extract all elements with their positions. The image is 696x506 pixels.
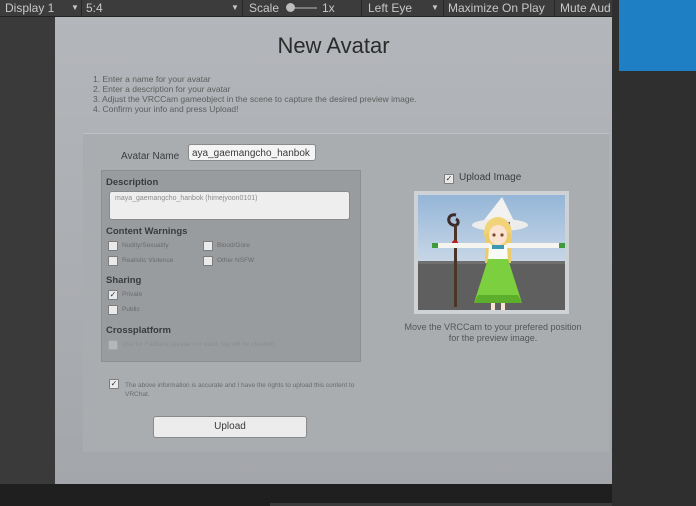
chevron-down-icon: ▼ <box>431 3 439 12</box>
nsfw-checkbox[interactable] <box>203 256 213 266</box>
avatar-form: Avatar Name aya_gaemangcho_hanbok Descri… <box>83 133 609 452</box>
scale-slider-thumb[interactable] <box>286 3 295 12</box>
scale-label: Scale <box>249 1 280 15</box>
mute-audio-toggle[interactable]: Mute Aud <box>560 0 615 16</box>
preview-note: Move the VRCCam to your prefered positio… <box>404 322 582 343</box>
eye-dropdown[interactable]: Left Eye <box>368 0 412 16</box>
private-label: Private <box>122 291 143 298</box>
preview-image-frame <box>414 191 569 314</box>
nsfw-label: Other NSFW <box>217 257 255 264</box>
divider <box>554 0 555 16</box>
scene-preview-thumbnail <box>619 0 696 71</box>
instruction-step: 3. Adjust the VRCCam gameobject in the s… <box>93 94 417 104</box>
scale-value: 1x <box>322 1 335 15</box>
instructions: 1. Enter a name for your avatar 2. Enter… <box>93 74 417 114</box>
divider <box>443 0 444 16</box>
game-view-toolbar: Display 1 ▼ 5:4 ▼ Scale 1x Left Eye ▼ Ma… <box>0 0 615 17</box>
divider <box>81 0 82 16</box>
violence-label: Realistic Violence <box>122 257 174 264</box>
avatar-preview-image <box>418 195 565 310</box>
avatar-name-label: Avatar Name <box>121 151 180 162</box>
divider <box>361 0 362 16</box>
blood-checkbox[interactable] <box>203 241 213 251</box>
violence-checkbox[interactable] <box>108 256 118 266</box>
editor-bottom-bar <box>0 484 612 506</box>
avatar-name-input[interactable]: aya_gaemangcho_hanbok <box>188 144 316 161</box>
nudity-label: Nudity/Sexuality <box>122 242 169 249</box>
maximize-on-play-toggle[interactable]: Maximize On Play <box>448 0 545 16</box>
sharing-label: Sharing <box>106 275 142 286</box>
public-checkbox[interactable] <box>108 305 118 315</box>
chevron-down-icon: ▼ <box>231 3 239 12</box>
details-section: Description maya_gaemangcho_hanbok (hime… <box>101 170 361 362</box>
aspect-dropdown[interactable]: 5:4 <box>86 0 103 16</box>
description-label: Description <box>106 177 159 188</box>
upload-image-label: Upload Image <box>459 172 522 183</box>
chevron-down-icon: ▼ <box>71 3 79 12</box>
blood-label: Blood/Gore <box>217 242 250 249</box>
page-title: New Avatar <box>277 33 390 58</box>
public-label: Public <box>122 306 140 313</box>
agree-text: The above information is accurate and I … <box>125 382 355 398</box>
crossplatform-label: Crossplatform <box>106 325 171 336</box>
divider <box>242 0 243 16</box>
instruction-step: 2. Enter a description for your avatar <box>93 84 231 94</box>
upload-image-checkbox[interactable]: ✓ <box>444 174 454 184</box>
nudity-checkbox[interactable] <box>108 241 118 251</box>
instruction-step: 4. Confirm your info and press Upload! <box>93 104 239 114</box>
editor-left-panel <box>0 17 55 484</box>
content-warnings-label: Content Warnings <box>106 226 188 237</box>
instruction-step: 1. Enter a name for your avatar <box>93 74 211 84</box>
editor-right-panel <box>612 0 696 506</box>
game-viewport: New Avatar 1. Enter a name for your avat… <box>55 17 612 484</box>
fallback-checkbox[interactable] <box>108 340 118 350</box>
private-checkbox[interactable]: ✓ <box>108 290 118 300</box>
fallback-label: Use for Fallback (avatar not valid, tag … <box>122 341 275 348</box>
description-input[interactable]: maya_gaemangcho_hanbok (himejyoon0101) <box>109 191 350 220</box>
agree-checkbox[interactable]: ✓ <box>109 379 119 389</box>
display-dropdown[interactable]: Display 1 <box>5 0 54 16</box>
upload-button[interactable]: Upload <box>153 416 307 438</box>
